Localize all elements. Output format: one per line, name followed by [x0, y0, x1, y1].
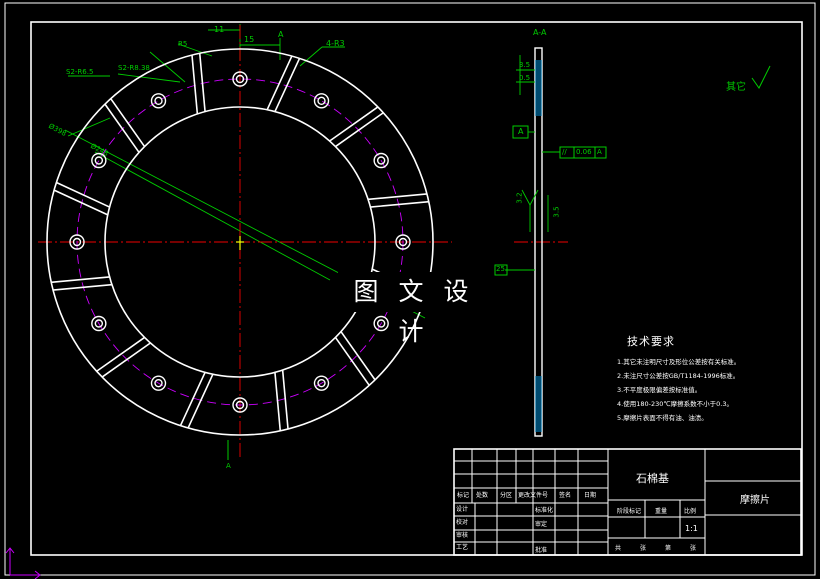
segment-slot-edge	[329, 106, 379, 142]
segment-slot-edge	[340, 331, 376, 381]
roughness-symbol	[751, 65, 771, 89]
datum-a-box	[512, 125, 529, 139]
segment-slot-edge	[95, 336, 146, 373]
segment-slot-edge	[281, 370, 289, 430]
rivet-hole-outer	[313, 93, 330, 109]
segment-slot-edge	[198, 52, 206, 112]
flatness-frame	[559, 146, 607, 159]
drawing-frame	[30, 21, 803, 556]
rivet-hole-outer	[91, 152, 107, 169]
segment-slot-edge	[274, 372, 282, 432]
rivet-hole-outer	[150, 93, 167, 109]
rivet-hole-inner	[154, 96, 163, 106]
segment-slot-edge	[368, 193, 428, 201]
section-view	[494, 47, 607, 437]
segment-slot-edge	[104, 103, 140, 153]
outer-sheet-border	[4, 2, 816, 576]
segment-slot-edge	[334, 336, 371, 387]
segment-slot-edge	[334, 111, 385, 148]
section-hatch-bottom	[535, 376, 542, 432]
center-mark	[236, 236, 244, 250]
segment-slot-edge	[109, 97, 146, 148]
rivet-hole-inner	[317, 96, 326, 106]
rivet-hole-inner	[94, 156, 104, 165]
section-hatch-top	[535, 60, 542, 116]
ucs-icon	[5, 547, 41, 579]
segment-slot-edge	[52, 283, 112, 291]
title-block	[453, 448, 802, 556]
cad-drawing	[4, 2, 816, 579]
segment-slot-edge	[50, 276, 110, 284]
segment-slot-edge	[101, 342, 151, 378]
centerlines	[38, 25, 568, 460]
segment-slot-edge	[370, 200, 430, 208]
segment-slot-edge	[191, 54, 199, 114]
